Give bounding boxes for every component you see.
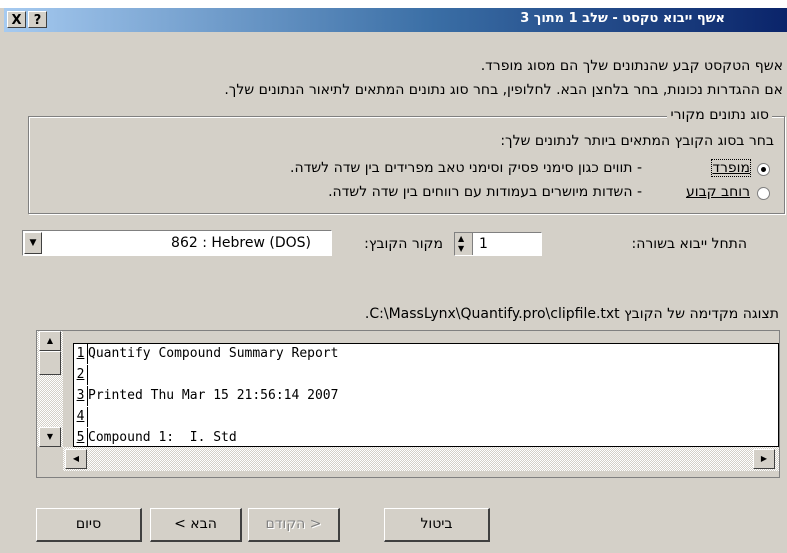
preview-area: ▲ ▼ 1 Quantify Compound Summary Report 2… bbox=[36, 330, 780, 478]
next-button[interactable]: הבא > bbox=[150, 508, 242, 542]
delimited-label[interactable]: מופרד bbox=[711, 159, 751, 177]
row-number: 1 bbox=[74, 344, 88, 364]
data-type-group: סוג נתונים מקורי בחר בסוג הקובץ המתאים ב… bbox=[28, 107, 785, 214]
horizontal-scrollbar[interactable]: ◀ ▶ bbox=[63, 447, 779, 471]
scroll-down-icon[interactable]: ▼ bbox=[39, 427, 61, 447]
delimited-radio[interactable] bbox=[757, 163, 770, 176]
row-number: 5 bbox=[74, 428, 88, 446]
row-text: Printed Thu Mar 15 21:56:14 2007 bbox=[88, 388, 339, 403]
top-gap bbox=[0, 0, 787, 8]
cancel-button[interactable]: ביטול bbox=[384, 508, 490, 542]
start-row-value[interactable]: 1 bbox=[479, 236, 488, 252]
preview-row: 3 Printed Thu Mar 15 21:56:14 2007 bbox=[74, 386, 778, 407]
chevron-down-icon[interactable]: ▼ bbox=[24, 232, 42, 254]
title-bar[interactable]: אשף ייבוא טקסט - שלב 1 מתוך 3 ? X bbox=[4, 8, 787, 32]
scroll-thumb[interactable] bbox=[39, 351, 61, 375]
choose-type-prompt: בחר בסוג הקובץ המתאים ביותר לנתונים שלך: bbox=[500, 133, 774, 149]
scroll-up-icon[interactable]: ▲ bbox=[39, 331, 61, 351]
fixed-width-label[interactable]: רוחב קבוע bbox=[686, 184, 750, 200]
scroll-right-icon[interactable]: ▶ bbox=[753, 449, 775, 469]
row-number: 2 bbox=[74, 365, 88, 385]
fixed-width-description: - השדות מיושרים בעמודות עם רווחים בין שד… bbox=[328, 184, 642, 200]
spin-down-icon[interactable]: ▼ bbox=[458, 245, 464, 253]
intro-line-1: אשף הטקסט קבע שהנתונים שלך הם מסוג מופרד… bbox=[480, 58, 783, 74]
row-text: Quantify Compound Summary Report bbox=[88, 346, 339, 361]
file-origin-label: מקור הקובץ: bbox=[364, 236, 443, 252]
preview-label: תצוגה מקדימה של הקובץ C:\MassLynx\Quanti… bbox=[364, 306, 779, 322]
close-button[interactable]: X bbox=[7, 11, 26, 28]
spin-up-icon[interactable]: ▲ bbox=[458, 235, 464, 243]
spinner-buttons[interactable]: ▲ ▼ bbox=[455, 233, 473, 255]
preview-row: 5 Compound 1: I. Std bbox=[74, 428, 778, 446]
row-number: 4 bbox=[74, 407, 88, 427]
row-text: Compound 1: I. Std bbox=[88, 430, 237, 445]
preview-row: 1 Quantify Compound Summary Report bbox=[74, 344, 778, 365]
preview-row: 2 bbox=[74, 365, 778, 386]
start-row-label: התחל ייבוא בשורה: bbox=[631, 236, 747, 252]
preview-row: 4 bbox=[74, 407, 778, 428]
row-number: 3 bbox=[74, 386, 88, 406]
back-button[interactable]: < הקודם bbox=[248, 508, 340, 542]
group-legend: סוג נתונים מקורי bbox=[667, 107, 772, 123]
file-origin-value[interactable]: 862 : Hebrew (DOS) bbox=[171, 235, 311, 251]
delimited-description: - תווים כגון סימני פסיק וסימני טאב מפריד… bbox=[290, 160, 642, 176]
fixed-width-radio[interactable] bbox=[757, 187, 770, 200]
vertical-scrollbar[interactable]: ▲ ▼ bbox=[37, 331, 63, 447]
help-button[interactable]: ? bbox=[28, 11, 47, 28]
file-origin-select[interactable]: ▼ 862 : Hebrew (DOS) bbox=[22, 230, 332, 256]
intro-line-2: אם ההגדרות נכונות, בחר בלחצן הבא. לחלופי… bbox=[224, 82, 783, 98]
preview-text-pane[interactable]: 1 Quantify Compound Summary Report 2 3 P… bbox=[73, 343, 779, 447]
finish-button[interactable]: סיום bbox=[36, 508, 142, 542]
window-title: אשף ייבוא טקסט - שלב 1 מתוך 3 bbox=[520, 11, 725, 26]
start-row-spinner[interactable]: ▲ ▼ 1 bbox=[454, 232, 542, 256]
scroll-left-icon[interactable]: ◀ bbox=[65, 449, 87, 469]
